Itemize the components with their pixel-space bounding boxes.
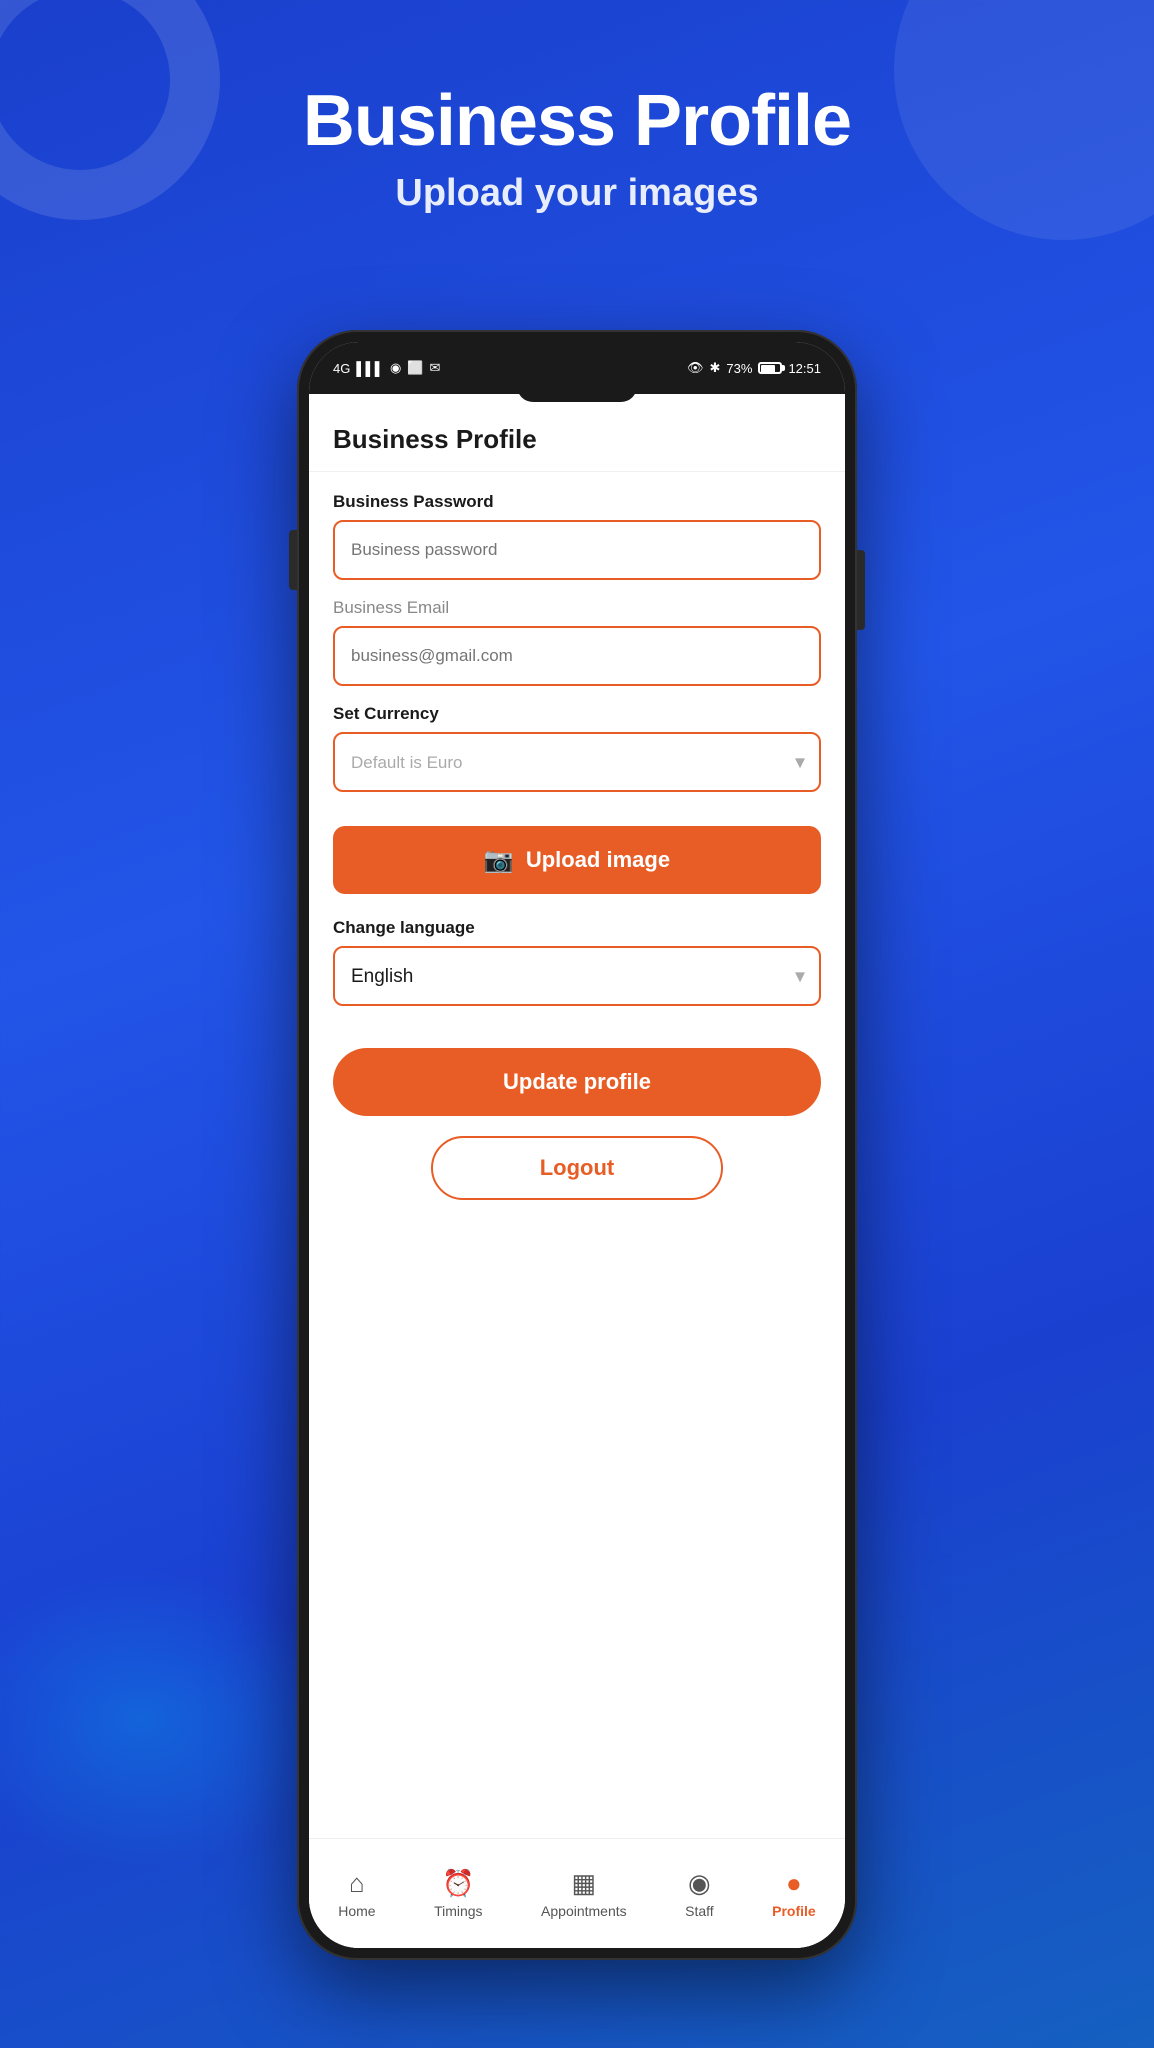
language-field-group: Change language English Spanish French G… [333,918,821,1030]
nav-label-timings: Timings [434,1903,483,1919]
phone-inner-screen: 4G ▌▌▌ ◉ ⬜ ✉ 👁 ✱ 73% 12:51 [309,342,845,1948]
status-left: 4G ▌▌▌ ◉ ⬜ ✉ [333,360,440,376]
nav-item-staff[interactable]: ◉ Staff [685,1868,714,1919]
password-input[interactable] [333,520,821,580]
nav-label-home: Home [338,1903,375,1919]
app-content: Business Profile Business Password Busin… [309,394,845,1948]
update-profile-button[interactable]: Update profile [333,1048,821,1116]
nav-item-appointments[interactable]: ▦ Appointments [541,1868,627,1919]
wifi-icon: ◉ [390,360,401,376]
update-button-label: Update profile [503,1069,651,1094]
email-label: Business Email [333,598,821,618]
clock-time: 12:51 [788,361,821,376]
password-label: Business Password [333,492,821,512]
logout-button[interactable]: Logout [431,1136,724,1200]
hero-section: Business Profile Upload your images [0,80,1154,215]
eye-icon: 👁 [687,360,704,376]
hero-title: Business Profile [0,80,1154,162]
profile-icon: ● [786,1868,802,1899]
email-field-group: Business Email [333,598,821,686]
nav-item-timings[interactable]: ⏰ Timings [434,1868,483,1919]
language-select-wrapper: English Spanish French German Italian ▾ [333,946,821,1006]
signal-bars: ▌▌▌ [356,361,384,376]
app-header: Business Profile [309,394,845,472]
currency-field-group: Set Currency Default is Euro USD - Dolla… [333,704,821,792]
nav-label-profile: Profile [772,1903,816,1919]
password-field-group: Business Password [333,492,821,580]
sim-icon: ⬜ [407,360,423,376]
currency-label: Set Currency [333,704,821,724]
nav-item-home[interactable]: ⌂ Home [338,1868,375,1919]
status-right: 👁 ✱ 73% 12:51 [687,360,821,376]
currency-select[interactable]: Default is Euro USD - Dollar GBP - Pound… [333,732,821,792]
staff-icon: ◉ [688,1868,711,1899]
signal-icon: 4G [333,361,350,376]
language-label: Change language [333,918,821,938]
bluetooth-icon: ✱ [710,360,721,376]
battery-icon [758,362,782,374]
upload-button-label: Upload image [526,847,670,873]
hero-subtitle: Upload your images [0,172,1154,215]
appointments-icon: ▦ [572,1868,597,1899]
timings-icon: ⏰ [442,1868,474,1899]
phone-notch [517,382,637,402]
nav-label-appointments: Appointments [541,1903,627,1919]
home-icon: ⌂ [349,1868,365,1899]
battery-percent: 73% [726,361,752,376]
nav-label-staff: Staff [685,1903,714,1919]
language-select[interactable]: English Spanish French German Italian [333,946,821,1006]
phone-outer-shell: 4G ▌▌▌ ◉ ⬜ ✉ 👁 ✱ 73% 12:51 [297,330,857,1960]
phone-mockup: 4G ▌▌▌ ◉ ⬜ ✉ 👁 ✱ 73% 12:51 [297,330,857,1960]
form-scroll-area[interactable]: Business Password Business Email Set Cur… [309,472,845,1838]
mail-icon: ✉ [430,360,441,376]
logout-button-label: Logout [540,1155,615,1180]
upload-image-button[interactable]: 📷 Upload image [333,826,821,894]
bg-wave-bottom [0,1568,340,1868]
email-input[interactable] [333,626,821,686]
camera-icon: 📷 [484,846,514,875]
bottom-nav: ⌂ Home ⏰ Timings ▦ Appointments ◉ Staff [309,1838,845,1948]
nav-item-profile[interactable]: ● Profile [772,1868,816,1919]
app-title: Business Profile [333,424,537,454]
currency-select-wrapper: Default is Euro USD - Dollar GBP - Pound… [333,732,821,792]
